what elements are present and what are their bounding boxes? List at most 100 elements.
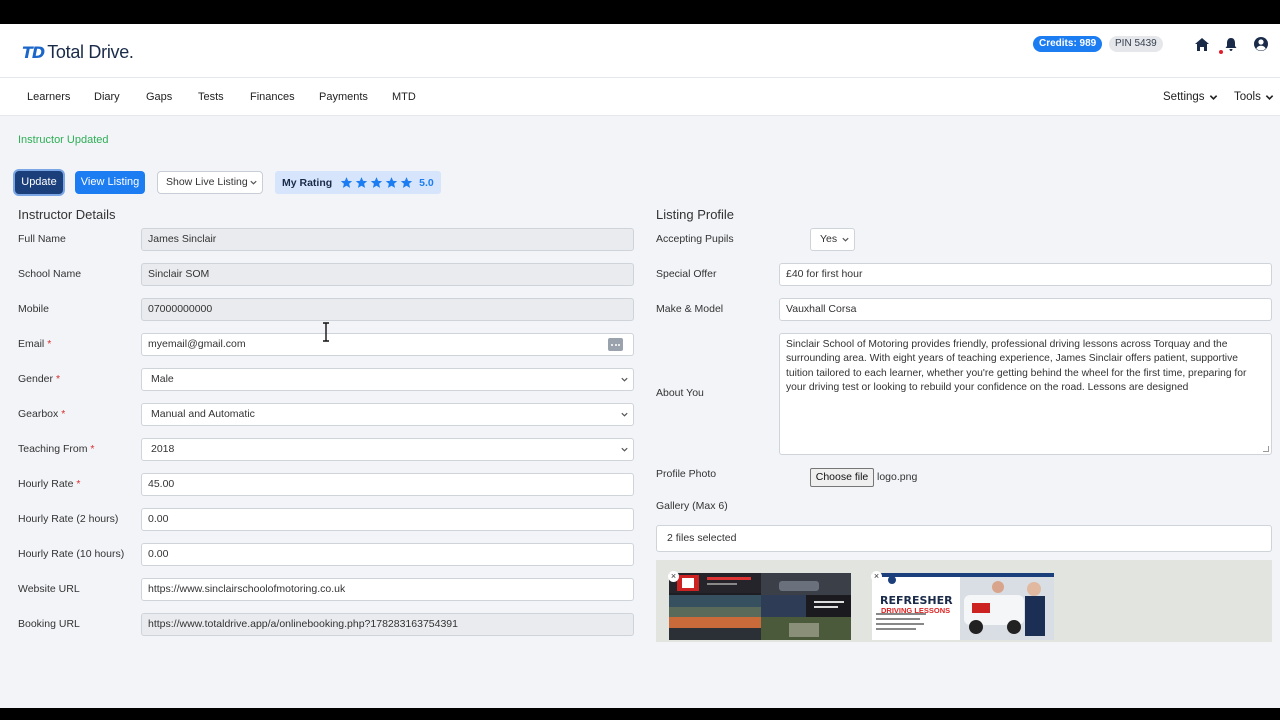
chevron-down-icon [621,377,628,382]
special-offer-input[interactable]: £40 for first hour [779,263,1272,286]
my-rating: My Rating 5.0 [275,171,441,194]
profile-photo-filename: logo.png [877,471,918,483]
main-nav: Learners Diary Gaps Tests Finances Payme… [0,78,1280,116]
chevron-down-icon [1265,94,1274,100]
email-field[interactable]: myemail@gmail.com [141,333,634,356]
nav-gaps[interactable]: Gaps [146,91,172,103]
credits-badge[interactable]: Credits: 989 [1033,36,1103,52]
notification-dot [1219,50,1223,54]
gearbox-label: Gearbox * [18,408,65,420]
required-mark: * [47,338,52,350]
gender-label-text: Gender [18,373,54,385]
accepting-pupils-select[interactable]: Yes [810,228,855,251]
update-button[interactable]: Update [15,171,63,194]
nav-diary[interactable]: Diary [94,91,120,103]
chevron-down-icon [250,180,257,185]
chevron-down-icon [621,412,628,417]
resize-handle[interactable] [1263,446,1269,452]
nav-finances[interactable]: Finances [250,91,295,103]
gallery-thumbnail[interactable]: REFRESHER DRIVING LESSONS [872,573,1054,640]
about-you-text: Sinclair School of Motoring provides fri… [786,339,1247,393]
hourly-rate-label: Hourly Rate * [18,478,80,490]
gender-select[interactable]: Male [141,368,634,391]
rating-label: My Rating [282,176,333,189]
teaching-from-select[interactable]: 2018 [141,438,634,461]
remove-image-icon[interactable]: × [871,571,882,582]
teaching-from-label: Teaching From * [18,443,94,455]
chevron-down-icon [1209,94,1217,100]
website-url-input[interactable]: https://www.sinclairschoolofmotoring.co.… [141,578,634,601]
nav-settings[interactable]: Settings [1163,91,1218,103]
full-name-field: James Sinclair [141,228,634,251]
make-model-label: Make & Model [656,303,724,315]
profile-photo-label: Profile Photo [656,468,717,480]
booking-url-label: Booking URL [18,618,80,630]
email-value: myemail@gmail.com [148,338,246,350]
nav-tools-label: Tools [1234,91,1261,103]
gender-value: Male [151,373,174,385]
mobile-label: Mobile [18,303,49,315]
gearbox-select[interactable]: Manual and Automatic [141,403,634,426]
email-label: Email * [18,338,51,350]
hourly-rate-2-input[interactable]: 0.00 [141,508,634,531]
nav-tests[interactable]: Tests [198,91,224,103]
special-offer-label: Special Offer [656,268,717,280]
more-options-icon[interactable] [608,338,623,351]
top-header: TD Total Drive. Credits: 989 PIN 5439 [0,24,1280,78]
hourly-rate-input[interactable]: 45.00 [141,473,634,496]
teaching-from-label-text: Teaching From [18,443,88,455]
rating-value: 5.0 [419,176,434,189]
hourly-rate-10-input[interactable]: 0.00 [141,543,634,566]
view-listing-button[interactable]: View Listing [75,171,145,194]
about-you-label: About You [656,387,704,399]
nav-tools[interactable]: Tools [1234,91,1274,103]
live-listing-select-value: Show Live Listing [166,176,248,188]
hourly-rate-10-label: Hourly Rate (10 hours) [18,548,125,560]
remove-image-icon[interactable]: × [668,571,679,582]
booking-url-field: https://www.totaldrive.app/a/onlinebooki… [141,613,634,636]
chevron-down-icon [621,447,628,452]
make-model-input[interactable]: Vauxhall Corsa [779,298,1272,321]
star-icon [355,177,368,188]
gearbox-value: Manual and Automatic [151,408,255,420]
full-name-label: Full Name [18,233,66,245]
instructor-details-title: Instructor Details [18,207,116,222]
pin-badge: PIN 5439 [1109,36,1163,52]
star-icon [385,177,398,188]
website-url-label: Website URL [18,583,80,595]
gallery-file-input[interactable]: 2 files selected [656,525,1272,552]
star-icon [370,177,383,188]
live-listing-select[interactable]: Show Live Listing [157,171,263,194]
gender-label: Gender * [18,373,60,385]
required-mark: * [90,443,95,455]
required-mark: * [55,373,61,385]
listing-profile-title: Listing Profile [656,207,735,222]
accepting-pupils-label: Accepting Pupils [656,233,734,245]
logo-mark: TD [22,43,45,62]
app-window: TD Total Drive. Credits: 989 PIN 5439 Le… [0,24,1280,708]
hourly-rate-2-label: Hourly Rate (2 hours) [18,513,119,525]
home-icon[interactable] [1193,35,1211,53]
logo[interactable]: TD Total Drive. [22,42,134,63]
chevron-down-icon [842,237,849,242]
thumbnail-subtitle: DRIVING LESSONS [881,606,951,615]
status-message: Instructor Updated [18,134,109,146]
nav-mtd[interactable]: MTD [392,91,416,103]
user-icon[interactable] [1252,35,1270,53]
star-icon [340,177,353,188]
required-mark: * [61,408,66,420]
mobile-field: 07000000000 [141,298,634,321]
choose-file-button[interactable]: Choose file [810,468,874,487]
gallery-label: Gallery (Max 6) [656,500,728,512]
text-cursor-icon [323,322,329,342]
bell-icon[interactable] [1222,35,1240,53]
nav-payments[interactable]: Payments [319,91,368,103]
gallery-thumbnail[interactable] [669,573,851,640]
accepting-pupils-value: Yes [820,233,838,245]
about-you-textarea[interactable]: Sinclair School of Motoring provides fri… [779,333,1272,455]
school-name-label: School Name [18,268,82,280]
hourly-rate-label-text: Hourly Rate [18,478,74,490]
school-name-field: Sinclair SOM [141,263,634,286]
nav-learners[interactable]: Learners [27,91,70,103]
teaching-from-value: 2018 [151,443,175,455]
